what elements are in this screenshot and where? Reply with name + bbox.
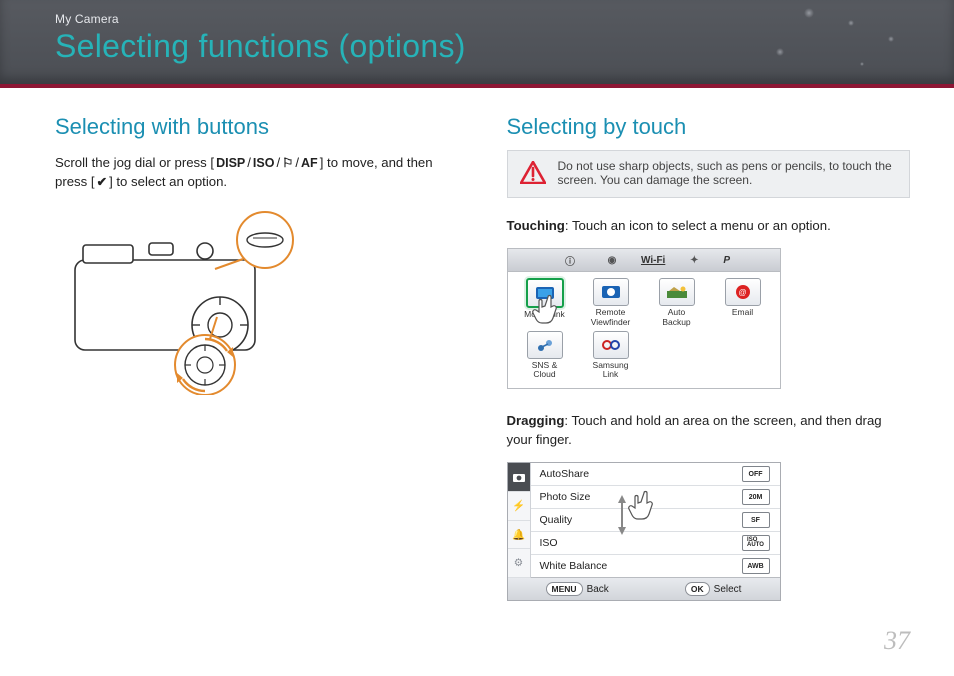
sns-icon: [536, 338, 554, 352]
buttons-para: Scroll the jog dial or press [DISP/ISO/⚐…: [55, 153, 459, 191]
tile-label: Auto Backup: [662, 308, 690, 327]
row-label: ISO: [540, 537, 558, 549]
decoration: [776, 48, 784, 56]
warning-text: Do not use sharp objects, such as pens o…: [558, 159, 898, 187]
dragging-para: Dragging: Touch and hold an area on the …: [507, 411, 911, 449]
row-wb[interactable]: White Balance AWB: [530, 555, 780, 577]
ok-key-icon: OK: [685, 582, 710, 596]
tab-settings[interactable]: ⚙: [508, 549, 530, 578]
tile-mobilelink[interactable]: MobileLink: [512, 278, 578, 327]
page-header: My Camera Selecting functions (options): [0, 0, 954, 88]
dragging-label: Dragging: [507, 413, 565, 428]
link-icon: [601, 338, 621, 352]
timer-icon: ⚐: [280, 154, 295, 172]
heading-buttons: Selecting with buttons: [55, 114, 459, 140]
select-label: Select: [714, 584, 742, 595]
tile-sns[interactable]: SNS & Cloud: [512, 331, 578, 380]
side-tabs: ⚡ 🔔 ⚙: [508, 463, 531, 578]
page-title: Selecting functions (options): [55, 28, 466, 65]
row-label: AutoShare: [540, 468, 590, 480]
ok-icon: ✔: [95, 173, 109, 191]
mobilelink-icon: [535, 286, 555, 300]
warning-icon: [520, 161, 546, 184]
screenshot-topbar: ⓘ ◉ Wi-Fi ✦ P: [508, 249, 780, 272]
decoration: [804, 8, 814, 18]
settings-list: AutoShare OFF Photo Size 20M Quality SF …: [530, 463, 780, 577]
camera-icon: [513, 472, 525, 482]
page-number: 37: [884, 626, 910, 656]
tile-label: SNS & Cloud: [532, 361, 558, 380]
row-iso[interactable]: ISO ISO AUTO: [530, 532, 780, 555]
value-icon: AWB: [742, 558, 770, 574]
warning-box: Do not use sharp objects, such as pens o…: [507, 150, 911, 198]
breadcrumb: My Camera: [55, 12, 119, 26]
row-quality[interactable]: Quality SF: [530, 509, 780, 532]
tile-remote[interactable]: Remote Viewfinder: [578, 278, 644, 327]
decoration: [888, 36, 894, 42]
iso-icon: ISO: [251, 154, 277, 172]
touch-screenshot: ⓘ ◉ Wi-Fi ✦ P MobileLink Remote Viewfind…: [507, 248, 781, 388]
col-buttons: Selecting with buttons Scroll the jog di…: [55, 114, 459, 601]
tile-samsunglink[interactable]: Samsung Link: [578, 331, 644, 380]
camera-mode-icon: ◉: [599, 253, 625, 267]
row-photosize[interactable]: Photo Size 20M: [530, 486, 780, 509]
wifi-label: Wi-Fi: [641, 255, 665, 266]
tile-label: MobileLink: [524, 310, 565, 319]
footer-back[interactable]: MENU Back: [546, 582, 609, 596]
remote-icon: [601, 285, 621, 299]
value-icon: SF: [742, 512, 770, 528]
tile-label: Samsung Link: [593, 361, 629, 380]
back-label: Back: [587, 584, 609, 595]
row-label: Photo Size: [540, 491, 591, 503]
value-icon: ISO AUTO: [742, 535, 770, 551]
value-icon: OFF: [742, 466, 770, 482]
p-label: P: [723, 255, 730, 266]
row-label: Quality: [540, 514, 573, 526]
value-icon: 20M: [742, 489, 770, 505]
auto-icon: ✦: [681, 253, 707, 267]
heading-touch: Selecting by touch: [507, 114, 911, 140]
info-icon: ⓘ: [557, 253, 583, 267]
decoration: [860, 62, 864, 66]
footer-select[interactable]: OK Select: [685, 582, 742, 596]
tile-grid: MobileLink Remote Viewfinder Auto Backup…: [508, 272, 780, 387]
autobackup-icon: [666, 285, 688, 299]
tile-label: Remote Viewfinder: [591, 308, 631, 327]
txt: : Touch an icon to select a menu or an o…: [565, 218, 831, 233]
decoration: [848, 20, 854, 26]
settings-footer: MENU Back OK Select: [508, 577, 780, 600]
txt: ] to select an option.: [109, 174, 227, 189]
row-label: White Balance: [540, 560, 608, 572]
menu-key-icon: MENU: [546, 582, 583, 596]
row-autoshare[interactable]: AutoShare OFF: [530, 463, 780, 486]
tab-sound[interactable]: 🔔: [508, 521, 530, 550]
disp-icon: DISP: [214, 154, 247, 172]
tile-email[interactable]: @ Email: [710, 278, 776, 327]
tab-flash[interactable]: ⚡: [508, 492, 530, 521]
txt: Scroll the jog dial or press [: [55, 155, 214, 170]
camera-illustration: [55, 205, 315, 395]
col-touch: Selecting by touch Do not use sharp obje…: [507, 114, 911, 601]
tab-camera[interactable]: [508, 463, 530, 492]
tile-label: Email: [732, 308, 753, 317]
email-icon: @: [736, 285, 750, 299]
af-icon: AF: [299, 154, 320, 172]
touching-para: Touching: Touch an icon to select a menu…: [507, 216, 911, 235]
drag-screenshot: ⚡ 🔔 ⚙ AutoShare OFF Photo Size 20M Quali…: [507, 462, 781, 601]
touching-label: Touching: [507, 218, 565, 233]
tile-autobackup[interactable]: Auto Backup: [644, 278, 710, 327]
